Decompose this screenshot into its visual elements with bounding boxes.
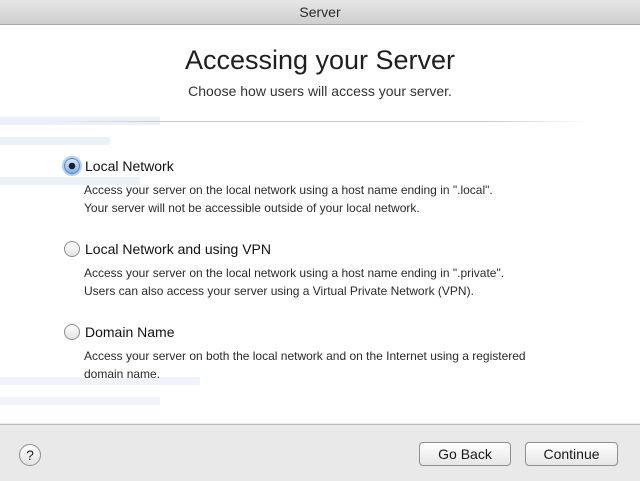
option-description: Access your server on the local network … xyxy=(84,264,584,300)
radio-domain-name[interactable]: Domain Name xyxy=(64,324,584,340)
header-divider xyxy=(52,121,592,122)
option-domain-name: Domain Name Access your server on both t… xyxy=(64,324,584,383)
option-label: Local Network and using VPN xyxy=(85,241,271,257)
radio-local-network-vpn[interactable]: Local Network and using VPN xyxy=(64,241,584,257)
page-title: Accessing your Server xyxy=(184,45,456,75)
option-label: Domain Name xyxy=(85,324,175,340)
background-artifact xyxy=(0,397,160,405)
server-setup-window: Server Accessing your Server Choose how … xyxy=(0,0,640,481)
content-pane: Accessing your Server Choose how users w… xyxy=(0,25,640,423)
option-local-network: Local Network Access your server on the … xyxy=(64,158,584,217)
help-button[interactable]: ? xyxy=(19,444,41,466)
option-description: Access your server on the local network … xyxy=(84,181,584,217)
description-line: Access your server on the local network … xyxy=(84,266,505,280)
continue-button[interactable]: Continue xyxy=(525,442,618,466)
go-back-button[interactable]: Go Back xyxy=(419,442,511,466)
footer-bar: ? Go Back Continue xyxy=(0,424,640,481)
description-line: domain name. xyxy=(84,367,161,381)
option-label: Local Network xyxy=(85,158,174,174)
description-line: Your server will not be accessible outsi… xyxy=(84,201,420,215)
radio-button-selected[interactable] xyxy=(64,158,80,174)
option-description: Access your server on both the local net… xyxy=(84,347,584,383)
description-line: Access your server on the local network … xyxy=(84,183,493,197)
radio-button[interactable] xyxy=(64,324,80,340)
window-title: Server xyxy=(0,0,640,25)
option-local-network-vpn: Local Network and using VPN Access your … xyxy=(64,241,584,300)
page-subtitle: Choose how users will access your server… xyxy=(188,83,452,99)
radio-local-network[interactable]: Local Network xyxy=(64,158,584,174)
description-line: Users can also access your server using … xyxy=(84,284,474,298)
description-line: Access your server on both the local net… xyxy=(84,349,526,363)
radio-button[interactable] xyxy=(64,241,80,257)
background-artifact xyxy=(0,137,110,145)
